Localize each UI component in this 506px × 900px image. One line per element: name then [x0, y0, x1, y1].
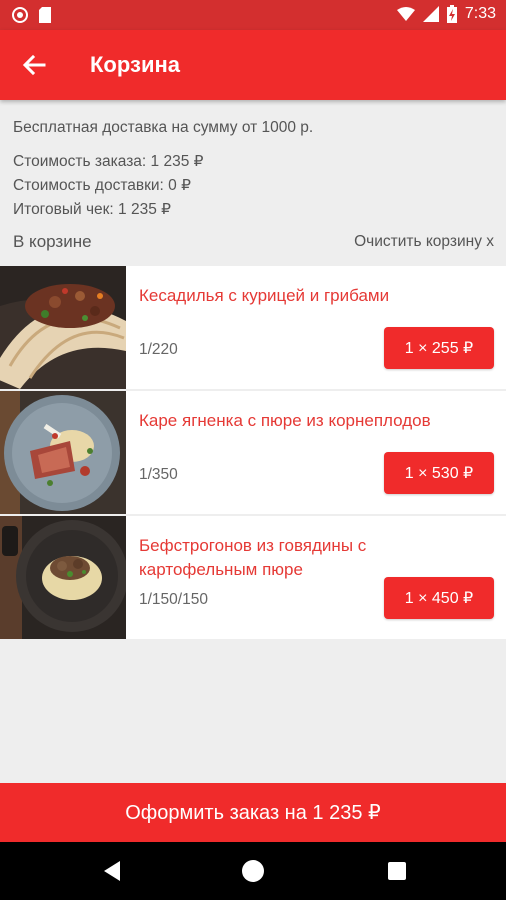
- delivery-cost: Стоимость доставки: 0 ₽: [13, 177, 191, 194]
- item-title: Каре ягненка с пюре из корнеплодов: [139, 411, 431, 430]
- app-bar: Корзина: [0, 30, 506, 100]
- item-quantity-price-button[interactable]: 1 × 255 ₽: [384, 327, 494, 369]
- item-quantity-price-button[interactable]: 1 × 450 ₽: [384, 577, 494, 619]
- arrow-back-icon: [22, 54, 46, 76]
- cart-item[interactable]: Бефстрогонов из говядины с картофельным …: [0, 516, 506, 641]
- cart-header: В корзине Очистить корзину x: [13, 230, 494, 254]
- app-notification-icon: [12, 7, 28, 23]
- back-button[interactable]: [14, 45, 54, 85]
- item-weight: 1/150/150: [139, 591, 208, 608]
- order-cost: Стоимость заказа: 1 235 ₽: [13, 153, 204, 170]
- signal-icon: [422, 6, 439, 22]
- status-bar: 7:33: [0, 0, 506, 30]
- clear-cart-button[interactable]: Очистить корзину x: [354, 233, 494, 251]
- system-nav-bar: [0, 842, 506, 900]
- sd-card-icon: [39, 7, 51, 23]
- checkout-button[interactable]: Оформить заказ на 1 235 ₽: [0, 783, 506, 842]
- clock: 7:33: [464, 5, 496, 22]
- dish-photo-lamb-rack: [0, 391, 126, 514]
- cart-item[interactable]: Кесадилья с курицей и грибами 1/220 1 × …: [0, 266, 506, 391]
- battery-charging-icon: [446, 5, 457, 23]
- nav-back-icon[interactable]: [100, 858, 126, 884]
- order-total: Итоговый чек: 1 235 ₽: [13, 201, 172, 218]
- item-quantity-price-button[interactable]: 1 × 530 ₽: [384, 452, 494, 494]
- page-title: Корзина: [90, 52, 180, 77]
- free-delivery-note: Бесплатная доставка на сумму от 1000 р.: [13, 119, 314, 136]
- cart-list: Кесадилья с курицей и грибами 1/220 1 × …: [0, 266, 506, 641]
- nav-recents-icon[interactable]: [384, 858, 410, 884]
- order-summary: Бесплатная доставка на сумму от 1000 р. …: [13, 116, 313, 222]
- dish-photo-beef-stroganoff: [0, 516, 126, 639]
- item-weight: 1/350: [139, 466, 178, 483]
- cart-title: В корзине: [13, 232, 92, 251]
- item-weight: 1/220: [139, 341, 178, 358]
- dish-photo-quesadilla: [0, 266, 126, 389]
- wifi-icon: [396, 7, 415, 21]
- cart-item[interactable]: Каре ягненка с пюре из корнеплодов 1/350…: [0, 391, 506, 516]
- item-title: Кесадилья с курицей и грибами: [139, 286, 390, 305]
- nav-home-icon[interactable]: [240, 858, 266, 884]
- item-title: Бефстрогонов из говядины с картофельным …: [139, 536, 367, 579]
